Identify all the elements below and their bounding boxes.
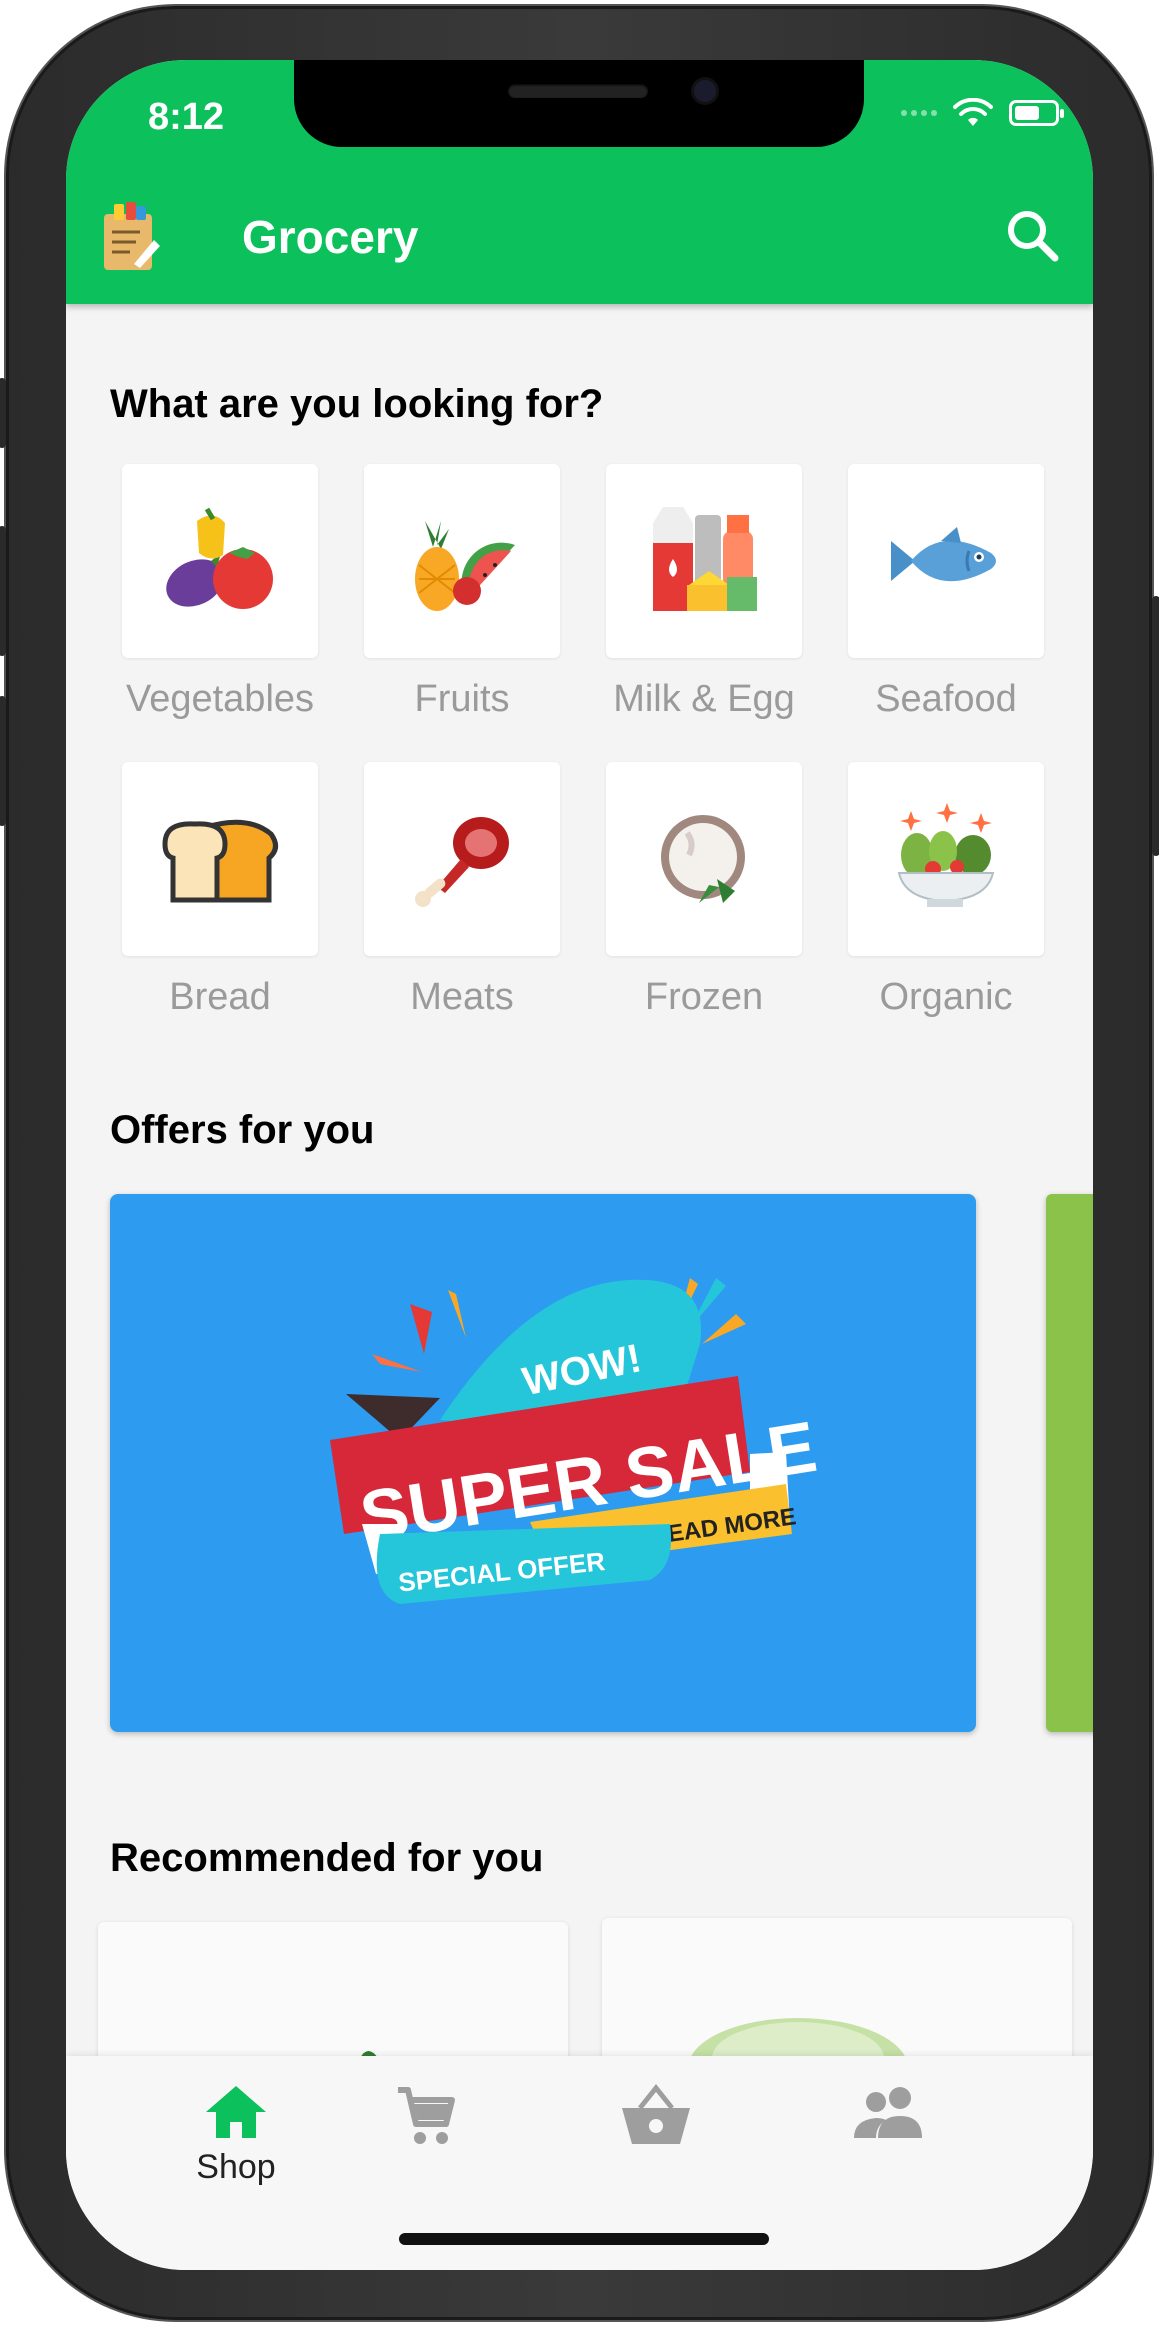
- category-tile: [364, 464, 560, 658]
- offers-title: Offers for you: [110, 1108, 375, 1152]
- category-fruits[interactable]: Fruits: [362, 464, 562, 721]
- category-tile: [848, 762, 1044, 956]
- meat-icon: [415, 817, 509, 907]
- nav-shop[interactable]: Shop: [176, 2084, 296, 2187]
- speaker: [508, 84, 648, 98]
- category-label: Seafood: [875, 678, 1017, 720]
- category-tile: [606, 762, 802, 956]
- fruits-icon: [415, 521, 515, 611]
- status-time: 8:12: [148, 96, 225, 138]
- basket-icon: [622, 2084, 690, 2144]
- battery-icon: [1009, 100, 1064, 126]
- categories-title: What are you looking for?: [110, 382, 604, 426]
- bread-icon: [162, 819, 278, 903]
- category-label: Fruits: [414, 678, 510, 720]
- category-label: Frozen: [644, 976, 764, 1018]
- people-icon: [854, 2087, 922, 2138]
- category-tile: [122, 464, 318, 658]
- app-title: Grocery: [242, 211, 419, 263]
- nav-basket[interactable]: [596, 2084, 716, 2148]
- category-organic[interactable]: Organic: [846, 762, 1046, 1019]
- category-label: Organic: [879, 976, 1013, 1018]
- silent-switch: [0, 378, 6, 448]
- offer-banner-next[interactable]: [1046, 1194, 1093, 1732]
- nav-cart[interactable]: [366, 2084, 486, 2148]
- frozen-icon: [661, 815, 745, 903]
- app-header: 8:12 Grocery: [66, 60, 1093, 304]
- category-tile: [848, 464, 1044, 658]
- volume-down-button: [0, 696, 6, 826]
- category-label: Meats: [410, 976, 514, 1018]
- recommended-title: Recommended for you: [110, 1836, 544, 1880]
- category-label: Vegetables: [125, 678, 315, 720]
- volume-up-button: [0, 526, 6, 656]
- home-indicator[interactable]: [399, 2233, 769, 2245]
- category-label: Milk & Egg: [613, 678, 795, 720]
- cart-icon: [398, 2087, 455, 2144]
- category-tile: [122, 762, 318, 956]
- home-icon: [206, 2086, 266, 2138]
- grocery-list-icon: [104, 202, 160, 270]
- category-vegetables[interactable]: Vegetables: [120, 464, 320, 721]
- signal-icon: [901, 110, 937, 116]
- status-icons: [901, 98, 1064, 128]
- fish-icon: [891, 527, 996, 582]
- category-tile: [606, 464, 802, 658]
- power-button: [1152, 596, 1159, 856]
- wifi-icon: [953, 98, 993, 126]
- nav-label: Shop: [196, 2148, 276, 2186]
- salad-icon: [897, 803, 995, 907]
- category-seafood[interactable]: Seafood: [846, 464, 1046, 721]
- nav-account[interactable]: [828, 2084, 948, 2140]
- category-frozen[interactable]: Frozen: [604, 762, 804, 1019]
- search-icon[interactable]: [1003, 206, 1063, 266]
- super-sale-graphic: WOW! SUPER SALE READ MORE SPECIAL OFFER: [330, 1278, 822, 1604]
- category-label: Bread: [169, 976, 271, 1018]
- category-meats[interactable]: Meats: [362, 762, 562, 1019]
- category-tile: [364, 762, 560, 956]
- offer-banner-super-sale[interactable]: WOW! SUPER SALE READ MORE SPECIAL OFFER: [110, 1194, 976, 1732]
- camera: [694, 80, 716, 102]
- vegetables-icon: [166, 507, 273, 609]
- milk-egg-icon: [653, 507, 757, 611]
- category-bread[interactable]: Bread: [120, 762, 320, 1019]
- screen: 8:12 Grocery What are you looking for? V…: [66, 60, 1093, 2270]
- category-milk-egg[interactable]: Milk & Egg: [604, 464, 804, 721]
- notch: [294, 60, 864, 147]
